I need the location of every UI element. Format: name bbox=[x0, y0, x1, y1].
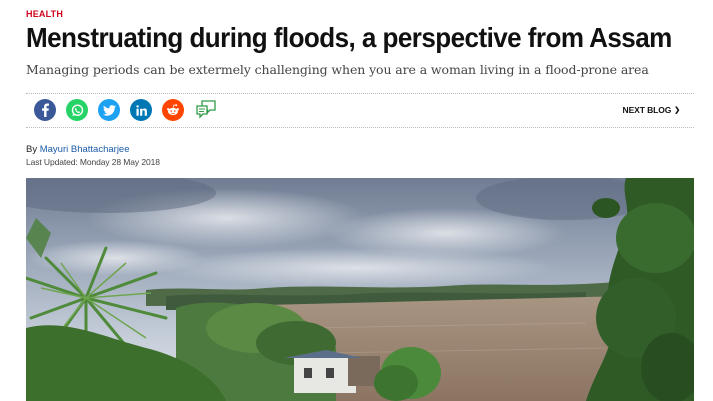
chevron-right-icon: ❯ bbox=[674, 107, 680, 114]
reddit-share-button[interactable] bbox=[162, 99, 184, 121]
whatsapp-share-button[interactable] bbox=[66, 99, 88, 121]
author-link[interactable]: Mayuri Bhattacharjee bbox=[40, 144, 130, 155]
comment-button[interactable] bbox=[194, 99, 218, 121]
next-blog-link[interactable]: NEXT BLOG ❯ bbox=[622, 105, 681, 115]
byline-prefix: By bbox=[26, 144, 38, 155]
twitter-icon bbox=[102, 104, 116, 116]
twitter-share-button[interactable] bbox=[98, 99, 120, 121]
hero-image bbox=[26, 178, 694, 401]
facebook-share-button[interactable] bbox=[34, 99, 56, 121]
facebook-icon bbox=[42, 103, 49, 117]
article-title: Menstruating during floods, a perspectiv… bbox=[26, 22, 672, 53]
last-updated: Last Updated: Monday 28 May 2018 bbox=[26, 157, 160, 167]
reddit-icon bbox=[167, 104, 179, 116]
share-icons bbox=[34, 99, 218, 121]
flood-landscape-image bbox=[26, 178, 694, 401]
category-link[interactable]: HEALTH bbox=[26, 9, 63, 19]
linkedin-share-button[interactable] bbox=[130, 99, 152, 121]
article-subtitle: Managing periods can be extermely challe… bbox=[26, 62, 649, 77]
linkedin-icon bbox=[135, 104, 147, 116]
next-blog-label: NEXT BLOG bbox=[622, 105, 672, 115]
whatsapp-icon bbox=[71, 103, 83, 116]
share-bar: NEXT BLOG ❯ bbox=[26, 93, 694, 128]
byline: By Mayuri Bhattacharjee bbox=[26, 144, 130, 155]
comment-icon bbox=[196, 100, 216, 119]
